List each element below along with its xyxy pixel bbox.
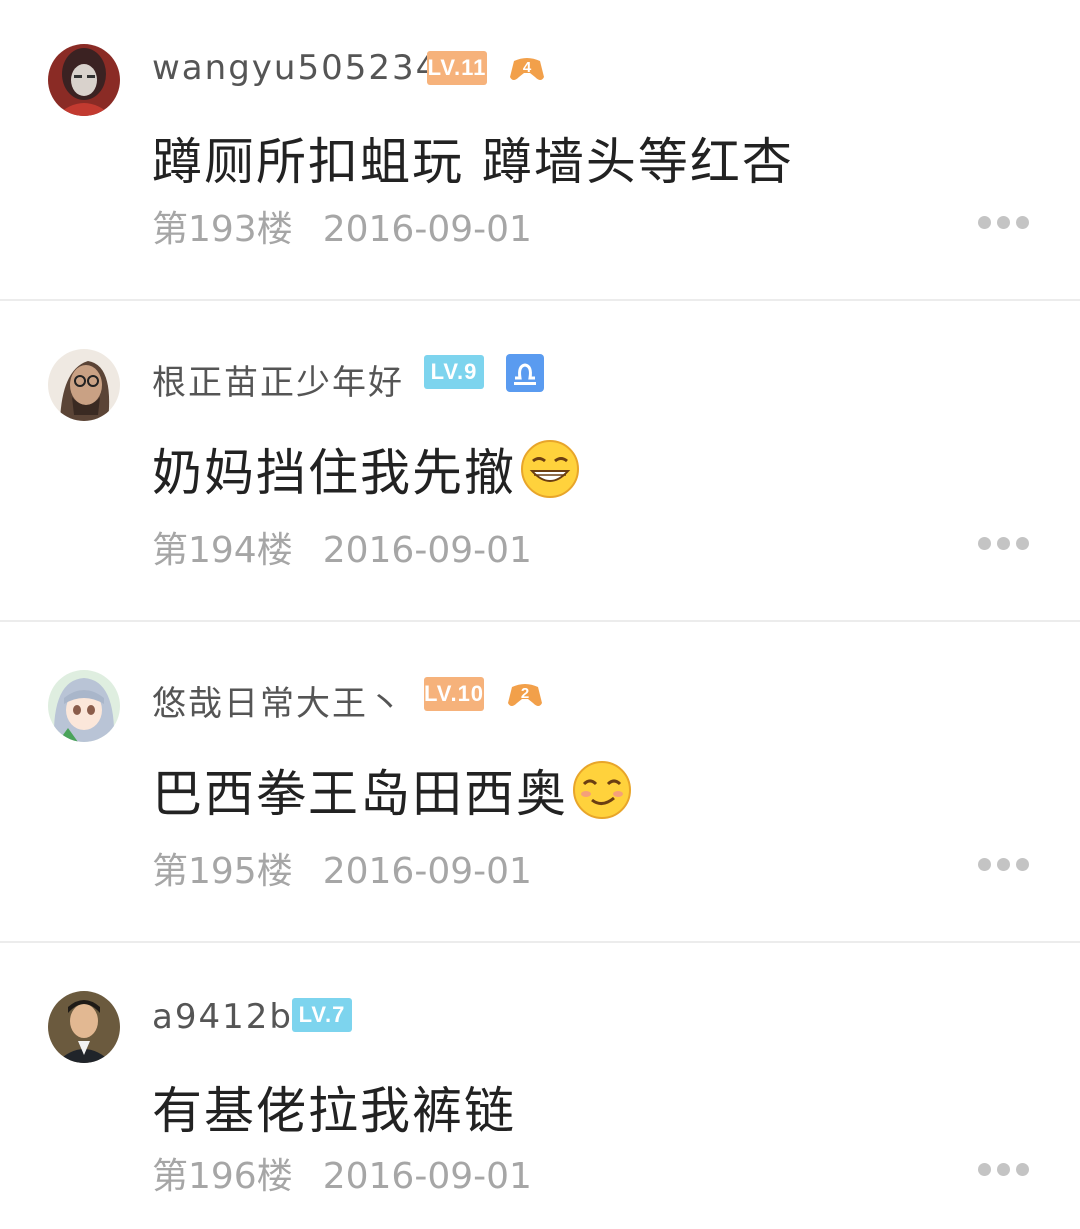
badge-number: 2 xyxy=(521,685,529,702)
post-item: 悠哉日常大王丶 LV.10 2 巴西拳王岛田西奥 第195楼 2016-09-01 xyxy=(0,622,1080,942)
gamepad-icon: 2 xyxy=(506,675,544,713)
level-badge: LV.9 xyxy=(424,355,484,389)
more-options-icon[interactable] xyxy=(978,537,1030,551)
post-date: 2016-09-01 xyxy=(322,209,532,250)
comment-text: 有基佬拉我裤链 xyxy=(152,1082,516,1140)
floor-number: 第195楼 xyxy=(152,851,293,892)
comment-text: 巴西拳王岛田西奥 xyxy=(152,754,632,828)
level-badge: LV.11 xyxy=(427,51,487,85)
post-meta: 第194楼 2016-09-01 xyxy=(152,521,532,573)
comment-text: 蹲厕所扣蛆玩 蹲墙头等红杏 xyxy=(152,133,794,191)
more-options-icon[interactable] xyxy=(978,216,1030,230)
post-item: 根正苗正少年好 LV.9 奶妈挡住我先撤 第194楼 2016-09-01 xyxy=(0,301,1080,621)
floor-number: 第194楼 xyxy=(152,530,293,571)
level-badge: LV.7 xyxy=(292,998,352,1032)
post-date: 2016-09-01 xyxy=(322,851,532,892)
post-date: 2016-09-01 xyxy=(322,530,532,571)
comment-text-body: 奶妈挡住我先撤 xyxy=(152,444,516,502)
level-badge: LV.10 xyxy=(424,677,484,711)
badge-number: 4 xyxy=(523,59,532,76)
post-meta: 第193楼 2016-09-01 xyxy=(152,200,532,252)
grin-emoji-icon xyxy=(520,439,580,499)
username[interactable]: a9412b xyxy=(152,997,293,1037)
post-meta: 第195楼 2016-09-01 xyxy=(152,842,532,894)
username[interactable]: wangyu505234 xyxy=(152,48,439,88)
post-date: 2016-09-01 xyxy=(322,1156,532,1197)
more-options-icon[interactable] xyxy=(978,1163,1030,1177)
user-avatar[interactable] xyxy=(48,670,120,742)
smug-emoji-icon xyxy=(572,760,632,820)
comment-text: 奶妈挡住我先撤 xyxy=(152,433,580,507)
username[interactable]: 悠哉日常大王丶 xyxy=(152,676,404,725)
post-item: a9412b LV.7 有基佬拉我裤链 第196楼 2016-09-01 xyxy=(0,943,1080,1229)
post-meta: 第196楼 2016-09-01 xyxy=(152,1147,532,1199)
user-avatar[interactable] xyxy=(48,349,120,421)
floor-number: 第196楼 xyxy=(152,1156,293,1197)
user-avatar[interactable] xyxy=(48,44,120,116)
username[interactable]: 根正苗正少年好 xyxy=(152,355,404,404)
gamepad-icon: 4 xyxy=(508,49,546,87)
floor-number: 第193楼 xyxy=(152,209,293,250)
user-avatar[interactable] xyxy=(48,991,120,1063)
more-options-icon[interactable] xyxy=(978,858,1030,872)
post-item: wangyu505234 LV.11 4 蹲厕所扣蛆玩 蹲墙头等红杏 第193楼… xyxy=(0,0,1080,300)
libra-zodiac-icon xyxy=(506,354,544,392)
comment-text-body: 巴西拳王岛田西奥 xyxy=(152,765,568,823)
